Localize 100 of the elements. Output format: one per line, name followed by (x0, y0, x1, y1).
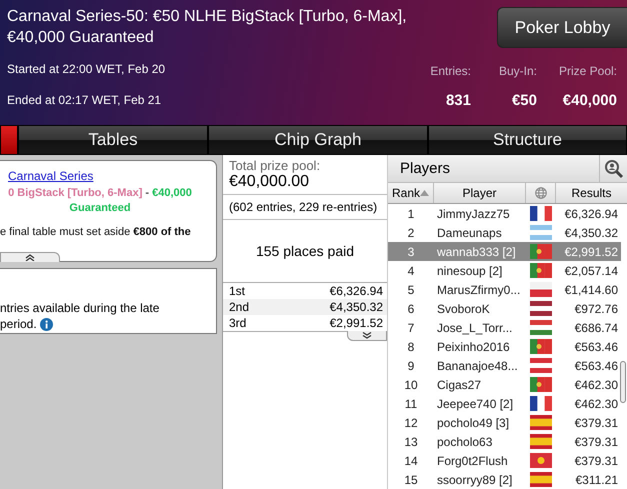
flag-icon (530, 472, 552, 487)
poker-lobby-button[interactable]: Poker Lobby (497, 7, 627, 48)
player-name[interactable]: Peixinho2016 (434, 337, 526, 356)
player-name[interactable]: Dameunaps (434, 223, 526, 242)
result-cell-text: €379.31 (574, 414, 619, 432)
stat-value: €40,000 (562, 92, 617, 109)
player-name[interactable]: Jose_L_Torr... (434, 318, 526, 337)
flag-icon (530, 244, 552, 259)
result-cell-text: €686.74 (574, 320, 619, 336)
tournament-title: Carnaval Series-50: €50 NLHE BigStack [Turbo, 6-Max], €40,000 Guaranteed (7, 7, 408, 48)
payout-place: 3rd (229, 316, 246, 330)
payout-amount: €4,350.32 (330, 300, 383, 314)
rank-cell-text: 12 (403, 414, 419, 432)
tab[interactable]: Structure (428, 125, 627, 155)
flag-icon (530, 377, 552, 392)
flag-icon (530, 263, 552, 278)
result-cell-text: €379.31 (574, 434, 619, 450)
entries-summary: (602 entries, 229 re-entries) (223, 195, 387, 220)
rank-cell-text: 14 (403, 452, 419, 470)
payout-place: 2nd (229, 300, 250, 314)
result-cell-text: €2,991.52 (564, 244, 619, 260)
player-name[interactable]: MarusZfirmy0... (434, 280, 526, 299)
reentry-text: ntries available during the late period. (0, 300, 160, 332)
rank-cell-text: 11 (404, 396, 418, 412)
info-icon[interactable] (40, 318, 54, 332)
series-link[interactable]: Carnaval Series (8, 169, 94, 183)
flag-icon (530, 339, 552, 354)
flag-icon (530, 225, 552, 240)
column-header[interactable]: Player (434, 183, 526, 203)
rank-cell-text: 10 (403, 376, 419, 394)
player-name[interactable]: wannab333 [2] (434, 242, 526, 261)
sort-arrow-icon (420, 190, 429, 196)
start-time: Started at 22:00 WET, Feb 20 (7, 62, 166, 76)
total-prize-value: €40,000.00 (223, 173, 387, 195)
player-name[interactable]: JimmyJazz75 (434, 204, 526, 223)
rank-cell-text: 5 (406, 282, 416, 298)
player-name[interactable]: Jeepee740 [2] (434, 394, 526, 413)
flag-icon (530, 301, 552, 316)
result-cell-text: €4,350.32 (564, 224, 619, 242)
flag-icon (530, 396, 552, 411)
rank-cell-text: 3 (406, 244, 416, 260)
result-cell-text: €462.30 (574, 396, 619, 412)
result-cell-text: €1,414.60 (564, 282, 619, 298)
flag-icon (530, 282, 552, 297)
prize-note: e final table must set aside €800 of the (0, 226, 192, 238)
stat-label: Buy-In: (498, 64, 537, 78)
collapse-button[interactable] (0, 252, 60, 262)
event-description: 0 BigStack [Turbo, 6-Max] - €40,000 Guaranteed (7, 186, 193, 216)
tab[interactable]: Tables (18, 125, 208, 155)
player-name[interactable]: pocholo49 [3] (434, 413, 526, 432)
tab[interactable]: Chip Graph (208, 125, 428, 155)
rank-cell-text: 4 (406, 262, 416, 280)
payout-amount: €2,991.52 (330, 316, 383, 330)
globe-icon[interactable] (534, 187, 546, 199)
result-cell-text: €379.31 (574, 452, 619, 470)
expand-button[interactable] (347, 331, 387, 341)
end-time: Ended at 02:17 WET, Feb 21 (7, 93, 162, 107)
stat-label: Prize Pool: (558, 64, 617, 78)
rank-cell-text: 8 (406, 338, 416, 356)
stat-value: €50 (512, 92, 537, 109)
flag-icon (530, 453, 552, 468)
flag-icon (530, 358, 552, 373)
scrollbar-thumb[interactable] (620, 361, 626, 403)
rank-cell-text: 7 (406, 320, 416, 336)
rank-cell-text: 2 (406, 224, 416, 242)
flag-icon (530, 320, 552, 335)
result-cell-text: €563.46 (574, 358, 619, 374)
rank-cell-text: 9 (406, 358, 416, 374)
column-header[interactable]: Results (556, 183, 627, 203)
player-name[interactable]: Cigas27 (434, 375, 526, 394)
rank-cell-text: 1 (406, 206, 416, 222)
player-name[interactable]: pocholo63 (434, 432, 526, 451)
players-title: Players (399, 160, 450, 177)
result-cell-text: €462.30 (574, 376, 619, 394)
result-cell-text: €6,326.94 (564, 206, 619, 222)
double-chevron-down-icon (362, 332, 372, 339)
player-name[interactable]: ssoorryy89 [2] (434, 470, 526, 489)
player-name[interactable]: Bananajoe48... (434, 356, 526, 375)
total-prize-label: Total prize pool: (228, 157, 322, 173)
flag-icon (530, 415, 552, 430)
flag-icon (530, 434, 552, 449)
stat-label: Entries: (430, 64, 471, 78)
stat-value: 831 (446, 92, 471, 109)
double-chevron-up-icon (25, 254, 35, 261)
places-paid: 155 places paid (223, 220, 387, 283)
rank-cell-text: 15 (403, 472, 419, 488)
payout-amount: €6,326.94 (330, 284, 383, 298)
flag-icon (530, 206, 552, 221)
result-cell-text: €311.21 (574, 472, 619, 488)
payout-place: 1st (229, 284, 246, 298)
result-cell-text: €2,057.14 (564, 262, 619, 280)
player-name[interactable]: Forg0t2Flush (434, 451, 526, 470)
rank-cell-text: 6 (406, 300, 416, 318)
result-cell-text: €972.76 (574, 300, 619, 318)
player-name[interactable]: SvoboroK (434, 299, 526, 318)
player-name[interactable]: ninesoup [2] (434, 261, 526, 280)
rank-cell-text: 13 (403, 434, 419, 450)
result-cell-text: €563.46 (574, 338, 619, 356)
column-header[interactable]: Rank (388, 183, 434, 203)
tab[interactable] (0, 125, 18, 155)
